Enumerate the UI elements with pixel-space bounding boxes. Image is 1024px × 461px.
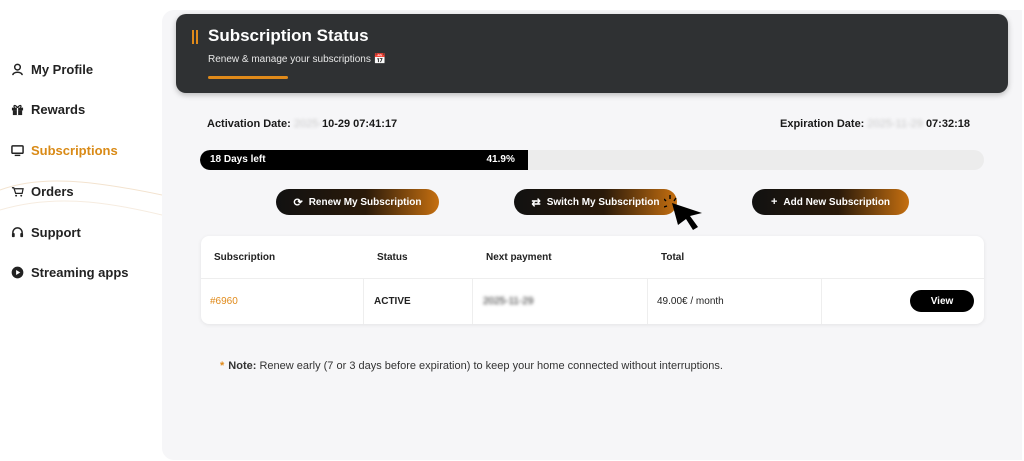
view-button[interactable]: View: [910, 290, 974, 312]
column-header-status: Status: [377, 252, 408, 263]
column-divider: [821, 279, 822, 324]
sidebar-item-support[interactable]: Support: [10, 221, 81, 243]
play-icon: [10, 265, 24, 279]
sidebar-item-label: Support: [31, 224, 81, 240]
column-divider: [363, 279, 364, 324]
expiration-date: Expiration Date: 2025-11-29 07:32:18: [780, 118, 970, 130]
cart-icon: [10, 184, 24, 198]
days-left-label: 18 Days left: [210, 154, 266, 165]
activation-date-value: 10-29 07:41:17: [321, 118, 398, 130]
expiration-date-value: 07:32:18: [925, 118, 970, 130]
refresh-icon: ⟳: [293, 196, 303, 209]
swap-arrows-icon: ⇄: [531, 196, 541, 209]
page-title: Subscription Status: [208, 26, 369, 45]
sidebar-item-label: Streaming apps: [31, 264, 129, 280]
page-subtitle: Renew & manage your subscriptions 📅: [208, 54, 387, 65]
table-header-divider: [201, 278, 984, 279]
user-icon: [10, 62, 24, 76]
column-divider: [472, 279, 473, 324]
status-badge: ACTIVE: [374, 296, 411, 307]
column-header-subscription: Subscription: [214, 252, 276, 263]
column-divider: [647, 279, 648, 324]
subscription-progress-bar: 18 Days left 41.9%: [200, 150, 984, 170]
total-amount: 49.00€ / month: [657, 296, 724, 307]
next-payment-date-blurred: 2025-11-29: [483, 296, 534, 307]
sidebar-item-label: My Profile: [31, 61, 94, 77]
subscriptions-table: Subscription Status Next payment Total #…: [201, 236, 984, 324]
sidebar-item-label: Orders: [31, 183, 74, 199]
header-underline: [208, 76, 288, 79]
renewal-note: * Note: Renew early (7 or 3 days before e…: [220, 360, 723, 372]
renew-subscription-button[interactable]: ⟳ Renew My Subscription: [276, 189, 439, 215]
subscription-status-header: Subscription Status Renew & manage your …: [176, 14, 1008, 93]
plus-icon: +: [770, 196, 778, 208]
gift-icon: [10, 102, 24, 116]
add-subscription-button[interactable]: + Add New Subscription: [752, 189, 909, 215]
column-header-total: Total: [661, 252, 685, 263]
subscription-id-link[interactable]: #6960: [210, 296, 238, 307]
sidebar-item-rewards[interactable]: Rewards: [10, 98, 85, 120]
switch-subscription-button[interactable]: ⇄ Switch My Subscription: [514, 189, 677, 215]
sidebar-item-orders[interactable]: Orders: [10, 180, 74, 202]
sidebar: My Profile Rewards Subscriptions Orders …: [0, 0, 162, 461]
activation-year-blurred: 2025-: [293, 118, 322, 130]
headset-icon: [10, 225, 24, 239]
activation-date: Activation Date: 2025-10-29 07:41:17: [207, 118, 398, 130]
sidebar-item-streaming-apps[interactable]: Streaming apps: [10, 261, 129, 283]
mouse-pointer-icon: [664, 195, 702, 230]
expiration-date-blurred: 2025-11-29: [867, 118, 923, 130]
column-header-next-payment: Next payment: [486, 252, 552, 263]
monitor-icon: [10, 143, 24, 157]
progress-percent: 41.9%: [486, 154, 515, 165]
sidebar-item-subscriptions[interactable]: Subscriptions: [10, 139, 118, 161]
sidebar-item-my-profile[interactable]: My Profile: [10, 58, 93, 80]
header-accent-bar: [192, 30, 198, 44]
sidebar-item-label: Subscriptions: [31, 142, 118, 158]
sidebar-item-label: Rewards: [31, 101, 86, 117]
progress-fill: 18 Days left 41.9%: [200, 150, 529, 170]
